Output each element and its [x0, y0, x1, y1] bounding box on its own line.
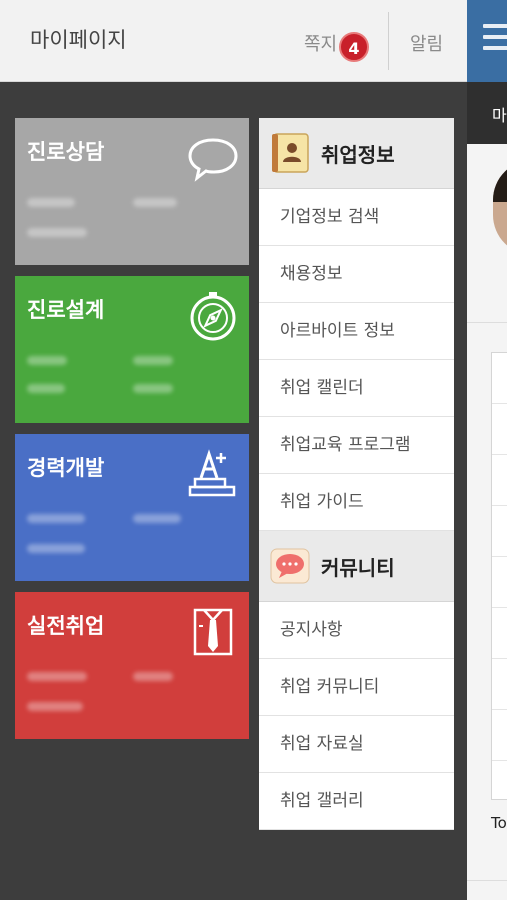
menu-item-employment-calendar[interactable]: 취업 캘린더 [259, 360, 454, 417]
compass-icon [190, 292, 236, 341]
blurred-text [27, 514, 85, 523]
menu-item-employment-guide[interactable]: 취업 가이드 [259, 474, 454, 531]
background-header [467, 0, 507, 82]
tile-title: 진로설계 [27, 298, 105, 322]
background-bottom-text: To [491, 814, 507, 832]
section-header-community[interactable]: 커뮤니티 [259, 531, 454, 602]
blurred-text [133, 514, 181, 523]
menu-item-company-search[interactable]: 기업정보 검색 [259, 189, 454, 246]
menu-item-notices[interactable]: 공지사항 [259, 602, 454, 659]
chat-bubble-icon [270, 548, 310, 584]
blurred-text [27, 702, 83, 711]
background-dark-text: 마 [492, 106, 507, 125]
tile-career-planning[interactable]: 진로설계 [15, 276, 249, 423]
shirt-tie-icon [193, 608, 233, 656]
background-page: 마 To [467, 0, 507, 900]
messages-button[interactable]: 쪽지 [304, 30, 337, 56]
topbar-divider [388, 12, 389, 70]
top-bar: 마이페이지 쪽지 4 알림 [0, 0, 467, 82]
menu-item-job-postings[interactable]: 채용정보 [259, 246, 454, 303]
blurred-text [27, 672, 87, 681]
blurred-text [27, 356, 67, 365]
blurred-text [27, 544, 85, 553]
background-content-box [491, 352, 507, 800]
tile-career-development[interactable]: 경력개발 [15, 434, 249, 581]
hamburger-menu-icon[interactable] [483, 24, 507, 57]
tile-title: 경력개발 [27, 456, 105, 480]
blurred-text [133, 384, 173, 393]
side-menu: 취업정보 기업정보 검색 채용정보 아르바이트 정보 취업 캘린더 취업교육 프… [259, 118, 454, 830]
section-title: 취업정보 [321, 143, 395, 167]
profile-photo [493, 160, 507, 255]
divider [467, 880, 507, 881]
address-book-icon [272, 133, 309, 173]
blurred-text [27, 384, 65, 393]
background-dark-bar: 마 [467, 82, 507, 144]
menu-item-employment-resources[interactable]: 취업 자료실 [259, 716, 454, 773]
blurred-text [27, 228, 87, 237]
speech-bubble-icon [188, 138, 238, 182]
tile-title: 진로상담 [27, 140, 105, 164]
blurred-text [27, 198, 75, 207]
section-title: 커뮤니티 [321, 556, 395, 580]
menu-item-employment-gallery[interactable]: 취업 갤러리 [259, 773, 454, 830]
menu-item-employment-community[interactable]: 취업 커뮤니티 [259, 659, 454, 716]
tile-career-counseling[interactable]: 진로상담 [15, 118, 249, 265]
divider [467, 322, 507, 323]
tile-practical-employment[interactable]: 실전취업 [15, 592, 249, 739]
grade-a-plus-icon [188, 449, 236, 497]
blurred-text [133, 356, 173, 365]
blurred-text [133, 198, 177, 207]
alarm-button[interactable]: 알림 [410, 30, 443, 56]
menu-item-part-time-info[interactable]: 아르바이트 정보 [259, 303, 454, 360]
blurred-text [133, 672, 173, 681]
messages-count-badge: 4 [339, 32, 369, 62]
menu-item-employment-programs[interactable]: 취업교육 프로그램 [259, 417, 454, 474]
section-header-employment-info[interactable]: 취업정보 [259, 118, 454, 189]
tile-title: 실전취업 [27, 614, 105, 638]
page-title: 마이페이지 [30, 28, 127, 52]
